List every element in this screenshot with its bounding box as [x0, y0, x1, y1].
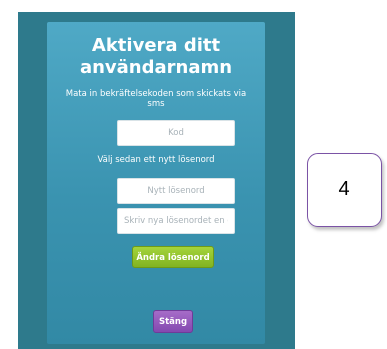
code-input[interactable]	[117, 120, 235, 146]
activation-dialog: Aktivera ditt användarnamn Mata in bekrä…	[47, 22, 265, 344]
app-background: Aktivera ditt användarnamn Mata in bekrä…	[18, 12, 295, 349]
new-password-input[interactable]	[117, 178, 235, 204]
dialog-title-line-2: användarnamn	[79, 57, 233, 78]
step-number: 4	[338, 178, 350, 200]
repeat-password-input[interactable]	[117, 208, 235, 234]
dialog-title-line-1: Aktivera ditt	[91, 35, 221, 56]
close-button[interactable]: Stäng	[153, 310, 193, 333]
change-password-button[interactable]: Ändra lösenord	[132, 246, 214, 268]
new-password-label: Välj sedan ett nytt lösenord	[97, 155, 215, 165]
step-number-callout: 4	[307, 153, 382, 227]
instructions-text: Mata in bekräftelsekoden som skickats vi…	[65, 89, 247, 109]
